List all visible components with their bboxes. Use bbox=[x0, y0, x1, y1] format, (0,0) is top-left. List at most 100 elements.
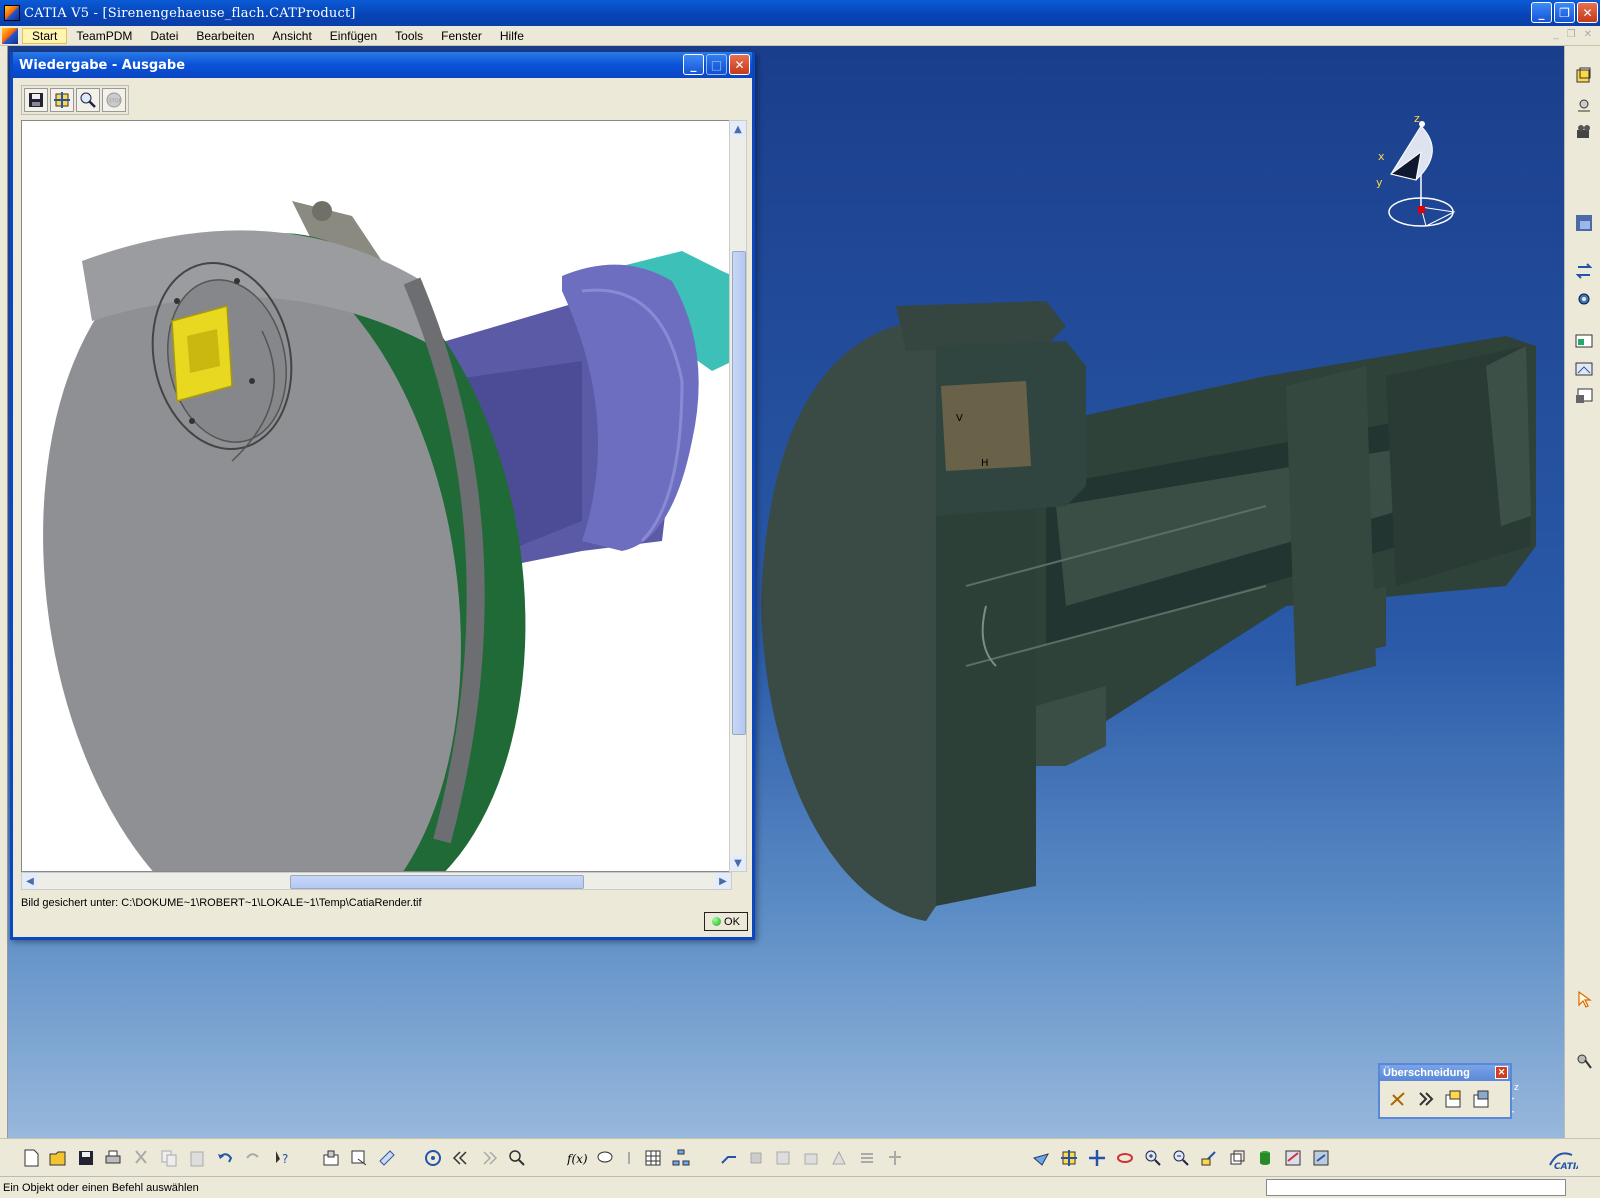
copy-icon[interactable] bbox=[158, 1147, 180, 1169]
tree-icon[interactable] bbox=[670, 1147, 692, 1169]
vertical-scrollbar[interactable]: ▲ ▼ bbox=[729, 120, 747, 872]
svg-text:z: z bbox=[1414, 112, 1420, 125]
menu-tools[interactable]: Tools bbox=[386, 29, 432, 43]
camera-icon[interactable] bbox=[1573, 122, 1595, 144]
minimize-button[interactable]: _ bbox=[1531, 2, 1552, 23]
scene-icon[interactable] bbox=[1573, 330, 1595, 352]
dialog-close-button[interactable]: ✕ bbox=[729, 54, 750, 75]
stop-icon[interactable]: STOP bbox=[102, 88, 126, 112]
analysis-icon[interactable] bbox=[1573, 1050, 1595, 1072]
shooting-icon[interactable] bbox=[1573, 386, 1595, 408]
ok-button[interactable]: OK bbox=[704, 912, 748, 931]
close-button[interactable]: ✕ bbox=[1577, 2, 1598, 23]
clash-report-icon[interactable] bbox=[1442, 1087, 1466, 1111]
clash-toolbar-title[interactable]: Überschneidung ✕ bbox=[1380, 1065, 1510, 1081]
clash-export-icon[interactable] bbox=[1470, 1087, 1494, 1111]
menu-einfuegen[interactable]: Einfügen bbox=[321, 29, 386, 43]
maximize-button[interactable]: ❐ bbox=[1554, 2, 1575, 23]
compass-icon[interactable]: z x y bbox=[1376, 112, 1476, 232]
catalog-browser-icon[interactable] bbox=[320, 1147, 342, 1169]
menu-fenster[interactable]: Fenster bbox=[432, 29, 491, 43]
save-icon[interactable] bbox=[24, 88, 48, 112]
fly-mode-icon[interactable] bbox=[1030, 1147, 1052, 1169]
zoom-out-icon[interactable] bbox=[1170, 1147, 1192, 1169]
horizontal-scroll-thumb[interactable] bbox=[290, 875, 584, 889]
menu-hilfe[interactable]: Hilfe bbox=[491, 29, 533, 43]
scroll-up-icon[interactable]: ▲ bbox=[730, 121, 746, 137]
scroll-right-icon[interactable]: ▶ bbox=[715, 873, 731, 889]
zoom-icon[interactable] bbox=[76, 88, 100, 112]
normal-view-icon[interactable] bbox=[1198, 1147, 1220, 1169]
knowledge-icon[interactable] bbox=[618, 1147, 640, 1169]
cut-icon[interactable] bbox=[130, 1147, 152, 1169]
scroll-left-icon[interactable]: ◀ bbox=[22, 873, 38, 889]
rotate-icon[interactable] bbox=[1114, 1147, 1136, 1169]
render-image[interactable] bbox=[21, 120, 732, 872]
views-icon[interactable] bbox=[1226, 1147, 1248, 1169]
whats-this-icon[interactable]: ? bbox=[272, 1147, 294, 1169]
open-icon[interactable] bbox=[47, 1147, 69, 1169]
scroll-down-icon[interactable]: ▼ bbox=[730, 855, 746, 871]
product-structure-icon[interactable] bbox=[884, 1147, 906, 1169]
manipulate-icon[interactable] bbox=[745, 1147, 767, 1169]
dialog-titlebar[interactable]: Wiedergabe - Ausgabe _ □ ✕ bbox=[13, 52, 752, 78]
assembly-constraint-icon[interactable] bbox=[718, 1147, 740, 1169]
command-input[interactable] bbox=[1266, 1179, 1566, 1196]
light-icon[interactable] bbox=[1573, 94, 1595, 116]
clash-icon[interactable] bbox=[1386, 1087, 1410, 1111]
next-icon[interactable] bbox=[478, 1147, 500, 1169]
status-prompt: Ein Objekt oder einen Befehl auswählen bbox=[3, 1181, 199, 1194]
new-icon[interactable] bbox=[20, 1147, 42, 1169]
gear-icon[interactable] bbox=[1573, 288, 1595, 310]
fly-icon[interactable] bbox=[422, 1147, 444, 1169]
menu-ansicht[interactable]: Ansicht bbox=[263, 29, 320, 43]
app-titlebar: CATIA V5 - [Sirenengehaeuse_flach.CATPro… bbox=[0, 0, 1600, 26]
save-doc-icon[interactable] bbox=[75, 1147, 97, 1169]
dialog-minimize-button[interactable]: _ bbox=[683, 54, 704, 75]
update-icon[interactable] bbox=[1573, 260, 1595, 282]
reorder-icon[interactable] bbox=[856, 1147, 878, 1169]
next-clash-icon[interactable] bbox=[1414, 1087, 1438, 1111]
menu-start[interactable]: Start bbox=[22, 27, 68, 44]
menu-datei[interactable]: Datei bbox=[141, 29, 187, 43]
stop-manipulate-icon[interactable] bbox=[828, 1147, 850, 1169]
explode-icon[interactable] bbox=[800, 1147, 822, 1169]
svg-text:CATIA: CATIA bbox=[1554, 1162, 1578, 1171]
render-style-icon[interactable] bbox=[1254, 1147, 1276, 1169]
comment-icon[interactable] bbox=[594, 1147, 616, 1169]
product-icon[interactable] bbox=[1573, 64, 1595, 86]
clash-toolbar: Überschneidung ✕ bbox=[1378, 1063, 1512, 1119]
doc-close-button[interactable]: ✕ bbox=[1584, 29, 1592, 40]
paste-icon[interactable] bbox=[186, 1147, 208, 1169]
print-icon[interactable] bbox=[102, 1147, 124, 1169]
hide-show-icon[interactable] bbox=[1282, 1147, 1304, 1169]
zoom-in-icon[interactable] bbox=[1142, 1147, 1164, 1169]
document-icon[interactable] bbox=[2, 27, 18, 44]
table-icon[interactable] bbox=[642, 1147, 664, 1169]
menu-bearbeiten[interactable]: Bearbeiten bbox=[187, 29, 263, 43]
menu-teampdm[interactable]: TeamPDM bbox=[67, 29, 141, 43]
select-icon[interactable] bbox=[1573, 988, 1595, 1010]
catia-app-icon[interactable] bbox=[4, 5, 20, 21]
render-icon[interactable] bbox=[1573, 358, 1595, 380]
horizontal-scrollbar[interactable]: ◀ ▶ bbox=[21, 872, 732, 890]
catalog-icon[interactable] bbox=[1573, 212, 1595, 234]
previous-icon[interactable] bbox=[450, 1147, 472, 1169]
undo-icon[interactable] bbox=[214, 1147, 236, 1169]
snap-icon[interactable] bbox=[772, 1147, 794, 1169]
clash-toolbar-close-button[interactable]: ✕ bbox=[1495, 1066, 1508, 1079]
doc-minimize-button[interactable]: _ bbox=[1554, 29, 1559, 40]
save-message: Bild gesichert unter: C:\DOKUME~1\ROBERT… bbox=[21, 897, 422, 909]
pan-icon[interactable] bbox=[1086, 1147, 1108, 1169]
formula-icon[interactable]: f(x) bbox=[566, 1147, 588, 1169]
measure-icon[interactable] bbox=[376, 1147, 398, 1169]
search-icon[interactable] bbox=[506, 1147, 528, 1169]
swap-space-icon[interactable] bbox=[1310, 1147, 1332, 1169]
redo-icon[interactable] bbox=[242, 1147, 264, 1169]
fit-all-in-icon[interactable] bbox=[1058, 1147, 1080, 1169]
publish-icon[interactable] bbox=[348, 1147, 370, 1169]
dialog-maximize-button[interactable]: □ bbox=[706, 54, 727, 75]
doc-restore-button[interactable]: ❐ bbox=[1567, 29, 1576, 40]
fit-all-icon[interactable] bbox=[50, 88, 74, 112]
vertical-scroll-thumb[interactable] bbox=[732, 251, 746, 735]
